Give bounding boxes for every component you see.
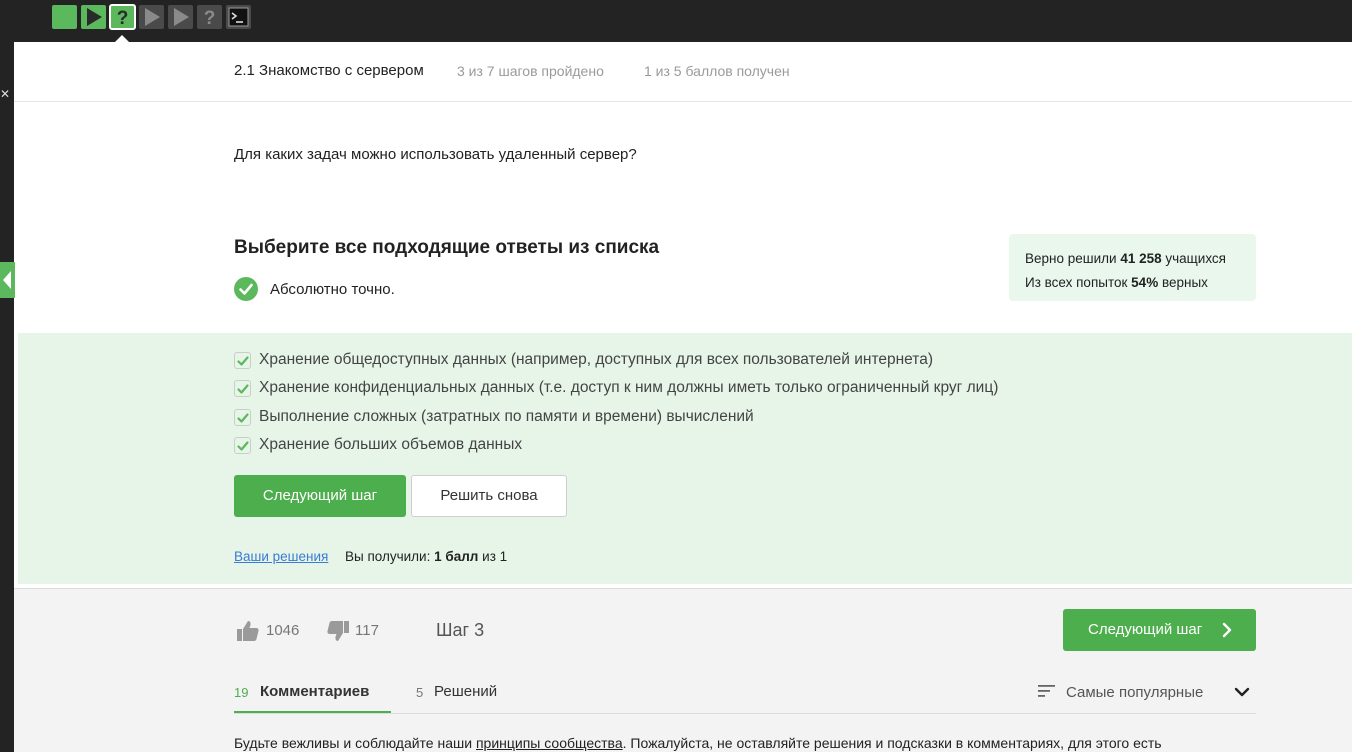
sort-dropdown[interactable]: Самые популярные: [1066, 684, 1203, 701]
question-text: Для каких задач можно использовать удале…: [234, 146, 637, 163]
step-5-play-icon[interactable]: [168, 5, 193, 29]
sidebar-toggle[interactable]: [0, 262, 15, 298]
chevron-down-icon[interactable]: [1234, 684, 1250, 700]
checkbox-checked-icon[interactable]: [234, 380, 251, 397]
step-2-play-icon[interactable]: [81, 5, 106, 29]
answer-panel: [18, 333, 1352, 584]
thumbs-up-icon: [237, 621, 259, 641]
tab-label: Решений: [434, 683, 498, 700]
like-count: 1046: [266, 622, 300, 639]
next-step-footer-label: Следующий шаг: [1088, 621, 1203, 638]
tab-label: Комментариев: [260, 683, 370, 700]
stats-box: Верно решили 41 258 учащихся Из всех поп…: [1009, 234, 1256, 301]
svg-text:?: ?: [117, 8, 129, 29]
left-rail: ✕: [0, 42, 14, 752]
option-label: Выполнение сложных (затратных по памяти …: [259, 408, 754, 425]
checkbox-checked-icon[interactable]: [234, 352, 251, 369]
comment-policy-text: Будьте вежливы и соблюдайте наши принцип…: [234, 735, 1162, 751]
step-1-solid-square-icon[interactable]: [52, 5, 77, 29]
correct-percent: 54%: [1131, 275, 1159, 290]
svg-text:?: ?: [204, 8, 216, 29]
step-6-question-icon[interactable]: ?: [197, 5, 222, 29]
lesson-title[interactable]: 2.1 Знакомство с сервером: [234, 62, 424, 79]
dislike-count: 117: [355, 622, 379, 639]
stats-attempts-line: Из всех попыток 54% верных: [1025, 275, 1208, 290]
option-label: Хранение конфиденциальных данных (т.е. д…: [259, 379, 999, 396]
tabs-divider: [234, 713, 1256, 714]
next-step-footer-button[interactable]: Следующий шаг: [1063, 609, 1256, 651]
score-result: Вы получили: 1 балл из 1: [345, 549, 508, 564]
step-4-play-icon[interactable]: [139, 5, 164, 29]
community-guidelines-link[interactable]: принципы сообщества: [476, 735, 623, 751]
score-value: 1 балл: [434, 549, 479, 564]
lesson-progress: 3 из 7 шагов пройдено: [457, 63, 604, 79]
feedback-text: Абсолютно точно.: [270, 281, 395, 298]
chevron-left-icon: [3, 271, 11, 289]
close-icon[interactable]: ✕: [0, 88, 10, 100]
tab-count: 19: [234, 685, 249, 700]
dislike-button[interactable]: [326, 619, 350, 643]
next-step-button[interactable]: Следующий шаг: [234, 475, 406, 517]
step-7-terminal-icon[interactable]: [226, 5, 251, 29]
your-solutions-link[interactable]: Ваши решения: [234, 549, 328, 564]
tab-solutions[interactable]: 5 Решений: [416, 683, 516, 714]
lesson-header: 2.1 Знакомство с сервером 3 из 7 шагов п…: [14, 42, 1352, 102]
retry-button[interactable]: Решить снова: [411, 475, 567, 517]
solved-count: 41 258: [1120, 251, 1162, 266]
lesson-score: 1 из 5 баллов получен: [644, 63, 790, 79]
step-3-question-icon[interactable]: ?: [109, 4, 136, 30]
check-circle-icon: [234, 277, 258, 301]
chevron-right-icon: [1222, 622, 1232, 638]
checkbox-checked-icon[interactable]: [234, 437, 251, 454]
task-title: Выберите все подходящие ответы из списка: [234, 237, 660, 258]
tab-count: 5: [416, 685, 424, 700]
tab-comments[interactable]: 19 Комментариев: [234, 683, 391, 714]
stats-solved-line: Верно решили 41 258 учащихся: [1025, 251, 1226, 266]
checkbox-checked-icon[interactable]: [234, 409, 251, 426]
step-navigation-bar: ? ?: [0, 0, 1352, 42]
step-label: Шаг 3: [436, 620, 485, 640]
thumbs-down-icon: [327, 621, 349, 641]
option-label: Хранение больших объемов данных: [259, 436, 523, 453]
sort-icon[interactable]: [1038, 684, 1056, 698]
option-label: Хранение общедоступных данных (например,…: [259, 351, 933, 368]
